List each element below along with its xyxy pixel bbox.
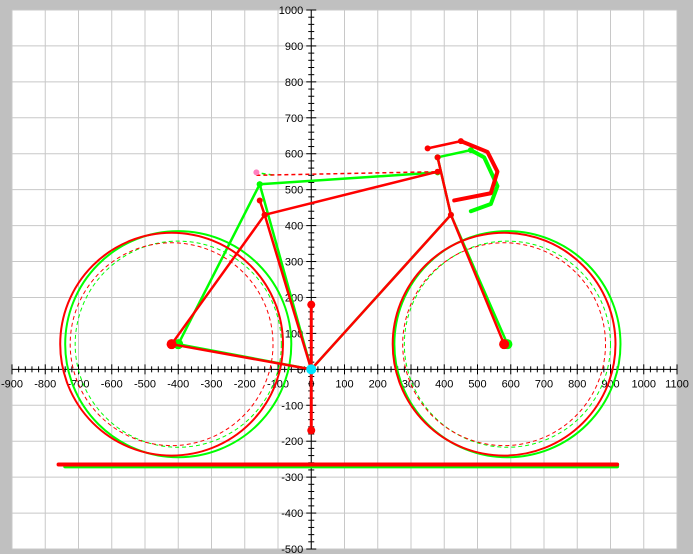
x-tick-label: 600 [502, 378, 520, 390]
x-tick-label: 400 [435, 378, 453, 390]
x-tick-label: 1000 [632, 378, 656, 390]
geometry-plot: -900 -800 -700 -600 -500 -400 -300 -200 -100 0 100… [0, 0, 693, 554]
red-joint [434, 154, 441, 161]
y-tick-label: 800 [285, 77, 303, 89]
y-tick-label: 1000 [279, 5, 303, 17]
y-tick-label: 700 [285, 113, 303, 125]
x-tick-label: -900 [1, 378, 23, 390]
x-tick-label: -600 [101, 378, 123, 390]
green-joint [256, 181, 263, 188]
bottom-bracket [306, 364, 317, 375]
red-joint [256, 197, 263, 204]
red-pedal [307, 426, 316, 435]
red-joint [447, 211, 454, 218]
x-tick-label: 200 [369, 378, 387, 390]
x-tick-label: 500 [468, 378, 486, 390]
x-tick-label: -300 [200, 378, 222, 390]
y-tick-label: -500 [281, 544, 303, 554]
y-tick-label: -300 [281, 472, 303, 484]
red-joint [424, 145, 431, 152]
y-tick-label: -200 [281, 436, 303, 448]
red-joint [434, 168, 441, 175]
red-pedal [307, 300, 316, 309]
x-tick-label: -500 [134, 378, 156, 390]
plot-canvas: -900 -800 -700 -600 -500 -400 -300 -200 -100 0 100… [1, 5, 689, 554]
x-tick-label: -400 [167, 378, 189, 390]
red-joint [261, 211, 268, 218]
x-tick-label: -800 [34, 378, 56, 390]
y-tick-label: 500 [285, 185, 303, 197]
red-joint [457, 138, 464, 145]
x-tick-label: 1100 [665, 378, 689, 390]
y-tick-label: 300 [285, 257, 303, 269]
y-tick-label: 400 [285, 221, 303, 233]
x-tick-label: 700 [535, 378, 553, 390]
x-tick-label: 800 [568, 378, 586, 390]
y-tick-label: 900 [285, 41, 303, 53]
x-tick-label: 100 [335, 378, 353, 390]
y-tick-label: -400 [281, 508, 303, 520]
saddle-marker [253, 169, 260, 176]
y-tick-label: 600 [285, 149, 303, 161]
x-tick-label: -200 [234, 378, 256, 390]
y-tick-label: -100 [281, 400, 303, 412]
